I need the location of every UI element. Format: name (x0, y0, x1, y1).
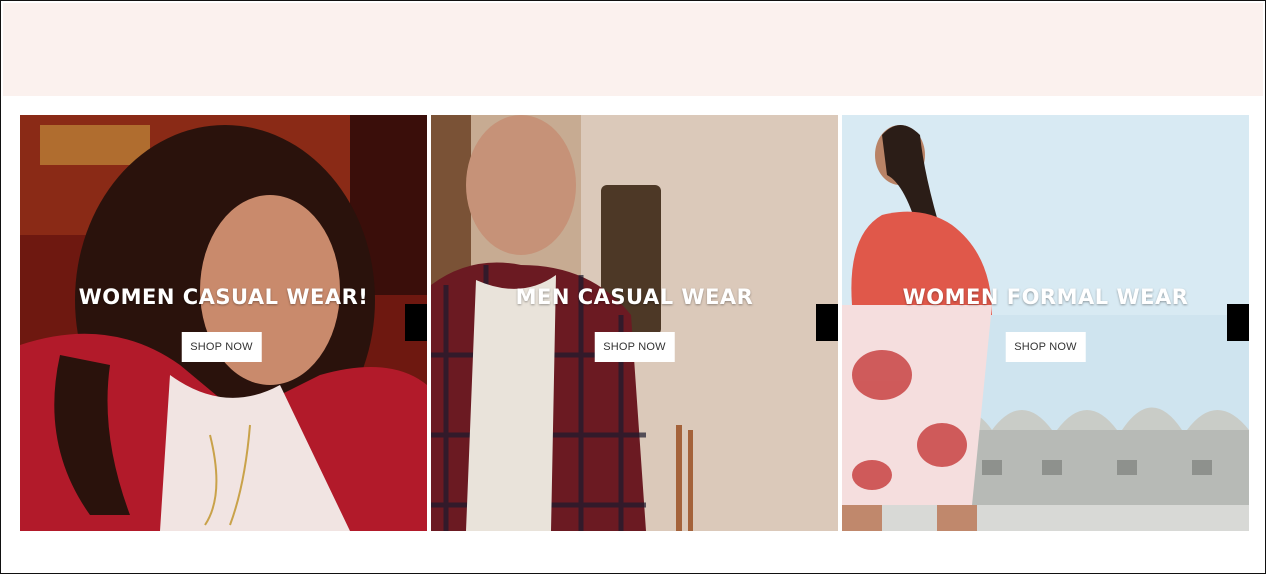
man-plaid-shirt-photo (431, 115, 838, 531)
category-tile-women-casual[interactable]: WOMEN CASUAL WEAR! SHOP NOW (20, 115, 427, 531)
category-tile-women-formal[interactable]: WOMEN FORMAL WEAR SHOP NOW (842, 115, 1249, 531)
tile-title: MEN CASUAL WEAR (515, 285, 754, 309)
tile-title: WOMEN CASUAL WEAR! (78, 285, 369, 309)
shop-now-button[interactable]: SHOP NOW (594, 332, 675, 362)
shop-now-button[interactable]: SHOP NOW (181, 332, 262, 362)
tile-title: WOMEN FORMAL WEAR (902, 285, 1189, 309)
woman-floral-skirt-photo (842, 115, 1249, 531)
carousel-nav-handle[interactable] (1227, 304, 1249, 341)
woman-red-cardigan-photo (20, 115, 427, 531)
page-frame: WOMEN CASUAL WEAR! SHOP NOW MEN CASUAL W… (0, 0, 1266, 574)
header-band (3, 3, 1263, 96)
category-tile-men-casual[interactable]: MEN CASUAL WEAR SHOP NOW (431, 115, 838, 531)
category-banner-row: WOMEN CASUAL WEAR! SHOP NOW MEN CASUAL W… (20, 115, 1249, 531)
carousel-nav-handle[interactable] (816, 304, 838, 341)
carousel-nav-handle[interactable] (405, 304, 427, 341)
shop-now-button[interactable]: SHOP NOW (1005, 332, 1086, 362)
